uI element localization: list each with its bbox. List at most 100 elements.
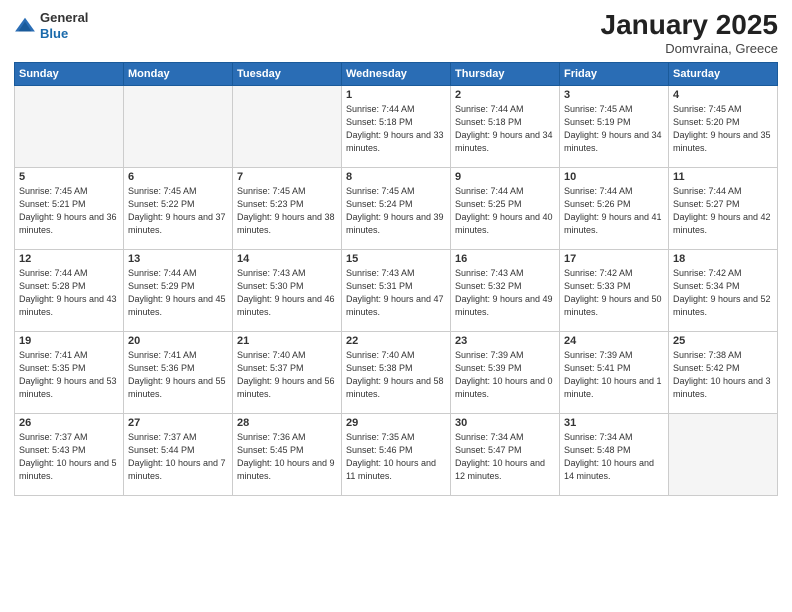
day-info: Sunrise: 7:39 AMSunset: 5:39 PMDaylight:…: [455, 349, 555, 401]
calendar-cell: 7 Sunrise: 7:45 AMSunset: 5:23 PMDaylight…: [233, 167, 342, 249]
day-info: Sunrise: 7:44 AMSunset: 5:27 PMDaylight:…: [673, 185, 773, 237]
logo: General Blue: [14, 10, 88, 41]
day-number: 28: [237, 417, 337, 429]
day-info: Sunrise: 7:42 AMSunset: 5:33 PMDaylight:…: [564, 267, 664, 319]
day-number: 24: [564, 335, 664, 347]
day-info: Sunrise: 7:45 AMSunset: 5:23 PMDaylight:…: [237, 185, 337, 237]
day-info: Sunrise: 7:40 AMSunset: 5:38 PMDaylight:…: [346, 349, 446, 401]
calendar-header-row: Sunday Monday Tuesday Wednesday Thursday…: [15, 62, 778, 85]
day-number: 18: [673, 253, 773, 265]
day-info: Sunrise: 7:45 AMSunset: 5:20 PMDaylight:…: [673, 103, 773, 155]
calendar-cell: 20 Sunrise: 7:41 AMSunset: 5:36 PMDayligh…: [124, 331, 233, 413]
calendar-week-4: 19 Sunrise: 7:41 AMSunset: 5:35 PMDayligh…: [15, 331, 778, 413]
day-info: Sunrise: 7:43 AMSunset: 5:31 PMDaylight:…: [346, 267, 446, 319]
calendar-cell: [15, 85, 124, 167]
day-info: Sunrise: 7:41 AMSunset: 5:36 PMDaylight:…: [128, 349, 228, 401]
day-info: Sunrise: 7:39 AMSunset: 5:41 PMDaylight:…: [564, 349, 664, 401]
day-number: 23: [455, 335, 555, 347]
day-number: 11: [673, 171, 773, 183]
col-sunday: Sunday: [15, 62, 124, 85]
calendar-cell: 8 Sunrise: 7:45 AMSunset: 5:24 PMDaylight…: [342, 167, 451, 249]
day-info: Sunrise: 7:35 AMSunset: 5:46 PMDaylight:…: [346, 431, 446, 483]
day-number: 29: [346, 417, 446, 429]
col-wednesday: Wednesday: [342, 62, 451, 85]
day-info: Sunrise: 7:44 AMSunset: 5:29 PMDaylight:…: [128, 267, 228, 319]
calendar-cell: 2 Sunrise: 7:44 AMSunset: 5:18 PMDaylight…: [451, 85, 560, 167]
calendar-week-1: 1 Sunrise: 7:44 AMSunset: 5:18 PMDaylight…: [15, 85, 778, 167]
day-number: 13: [128, 253, 228, 265]
day-info: Sunrise: 7:45 AMSunset: 5:21 PMDaylight:…: [19, 185, 119, 237]
calendar-cell: 30 Sunrise: 7:34 AMSunset: 5:47 PMDayligh…: [451, 413, 560, 495]
col-saturday: Saturday: [669, 62, 778, 85]
day-number: 17: [564, 253, 664, 265]
day-number: 19: [19, 335, 119, 347]
calendar-cell: 15Sunrise: 7:43 AMSunset: 5:31 PMDayligh…: [342, 249, 451, 331]
calendar-cell: 5Sunrise: 7:45 AMSunset: 5:21 PMDaylight…: [15, 167, 124, 249]
calendar-week-5: 26Sunrise: 7:37 AMSunset: 5:43 PMDayligh…: [15, 413, 778, 495]
calendar-table: Sunday Monday Tuesday Wednesday Thursday…: [14, 62, 778, 496]
day-number: 20: [128, 335, 228, 347]
day-number: 6: [128, 171, 228, 183]
day-info: Sunrise: 7:41 AMSunset: 5:35 PMDaylight:…: [19, 349, 119, 401]
day-info: Sunrise: 7:44 AMSunset: 5:18 PMDaylight:…: [455, 103, 555, 155]
calendar-cell: 4 Sunrise: 7:45 AMSunset: 5:20 PMDaylight…: [669, 85, 778, 167]
day-info: Sunrise: 7:44 AMSunset: 5:26 PMDaylight:…: [564, 185, 664, 237]
calendar-cell: 29 Sunrise: 7:35 AMSunset: 5:46 PMDayligh…: [342, 413, 451, 495]
calendar-cell: 21Sunrise: 7:40 AMSunset: 5:37 PMDayligh…: [233, 331, 342, 413]
calendar-cell: 10 Sunrise: 7:44 AMSunset: 5:26 PMDayligh…: [560, 167, 669, 249]
calendar-cell: 17 Sunrise: 7:42 AMSunset: 5:33 PMDayligh…: [560, 249, 669, 331]
col-monday: Monday: [124, 62, 233, 85]
day-info: Sunrise: 7:44 AMSunset: 5:28 PMDaylight:…: [19, 267, 119, 319]
calendar-cell: 3Sunrise: 7:45 AMSunset: 5:19 PMDaylight…: [560, 85, 669, 167]
logo-icon: [14, 15, 36, 37]
calendar-week-2: 5Sunrise: 7:45 AMSunset: 5:21 PMDaylight…: [15, 167, 778, 249]
calendar-cell: 14 Sunrise: 7:43 AMSunset: 5:30 PMDayligh…: [233, 249, 342, 331]
calendar-cell: 31Sunrise: 7:34 AMSunset: 5:48 PMDayligh…: [560, 413, 669, 495]
calendar-cell: 9 Sunrise: 7:44 AMSunset: 5:25 PMDaylight…: [451, 167, 560, 249]
col-thursday: Thursday: [451, 62, 560, 85]
calendar-cell: 16 Sunrise: 7:43 AMSunset: 5:32 PMDayligh…: [451, 249, 560, 331]
calendar-cell: [669, 413, 778, 495]
day-info: Sunrise: 7:37 AMSunset: 5:44 PMDaylight:…: [128, 431, 228, 483]
location-subtitle: Domvraina, Greece: [601, 41, 778, 56]
day-number: 4: [673, 89, 773, 101]
day-number: 3: [564, 89, 664, 101]
day-info: Sunrise: 7:44 AMSunset: 5:25 PMDaylight:…: [455, 185, 555, 237]
calendar-cell: [124, 85, 233, 167]
month-title: January 2025: [601, 10, 778, 41]
day-info: Sunrise: 7:38 AMSunset: 5:42 PMDaylight:…: [673, 349, 773, 401]
calendar-cell: 23 Sunrise: 7:39 AMSunset: 5:39 PMDayligh…: [451, 331, 560, 413]
day-number: 10: [564, 171, 664, 183]
day-info: Sunrise: 7:34 AMSunset: 5:48 PMDaylight:…: [564, 431, 664, 483]
header: General Blue January 2025 Domvraina, Gre…: [14, 10, 778, 56]
calendar-cell: 27 Sunrise: 7:37 AMSunset: 5:44 PMDayligh…: [124, 413, 233, 495]
calendar-cell: 1 Sunrise: 7:44 AMSunset: 5:18 PMDaylight…: [342, 85, 451, 167]
day-info: Sunrise: 7:34 AMSunset: 5:47 PMDaylight:…: [455, 431, 555, 483]
day-number: 8: [346, 171, 446, 183]
day-info: Sunrise: 7:44 AMSunset: 5:18 PMDaylight:…: [346, 103, 446, 155]
calendar-cell: 24 Sunrise: 7:39 AMSunset: 5:41 PMDayligh…: [560, 331, 669, 413]
logo-text-general: General: [40, 10, 88, 26]
col-tuesday: Tuesday: [233, 62, 342, 85]
day-number: 16: [455, 253, 555, 265]
day-number: 7: [237, 171, 337, 183]
day-number: 14: [237, 253, 337, 265]
calendar-cell: 19 Sunrise: 7:41 AMSunset: 5:35 PMDayligh…: [15, 331, 124, 413]
day-number: 30: [455, 417, 555, 429]
calendar-week-3: 12Sunrise: 7:44 AMSunset: 5:28 PMDayligh…: [15, 249, 778, 331]
day-number: 2: [455, 89, 555, 101]
day-info: Sunrise: 7:45 AMSunset: 5:22 PMDaylight:…: [128, 185, 228, 237]
day-number: 27: [128, 417, 228, 429]
day-number: 9: [455, 171, 555, 183]
title-block: January 2025 Domvraina, Greece: [601, 10, 778, 56]
calendar-cell: 22 Sunrise: 7:40 AMSunset: 5:38 PMDayligh…: [342, 331, 451, 413]
calendar-cell: 28Sunrise: 7:36 AMSunset: 5:45 PMDayligh…: [233, 413, 342, 495]
day-info: Sunrise: 7:43 AMSunset: 5:30 PMDaylight:…: [237, 267, 337, 319]
day-number: 21: [237, 335, 337, 347]
calendar-cell: 26Sunrise: 7:37 AMSunset: 5:43 PMDayligh…: [15, 413, 124, 495]
calendar-cell: 13 Sunrise: 7:44 AMSunset: 5:29 PMDayligh…: [124, 249, 233, 331]
day-number: 1: [346, 89, 446, 101]
day-info: Sunrise: 7:45 AMSunset: 5:24 PMDaylight:…: [346, 185, 446, 237]
day-info: Sunrise: 7:43 AMSunset: 5:32 PMDaylight:…: [455, 267, 555, 319]
day-number: 22: [346, 335, 446, 347]
